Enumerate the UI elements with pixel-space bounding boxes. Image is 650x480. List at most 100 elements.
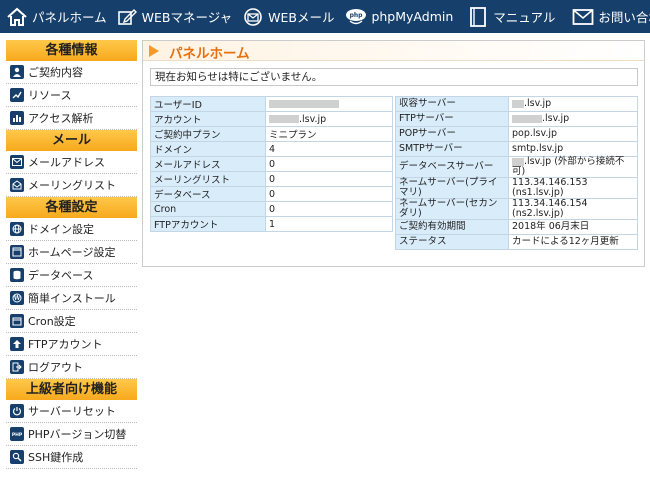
row-value: カードによる12ヶ月更新: [508, 234, 638, 250]
row-key: データベースサーバー: [395, 156, 509, 178]
row-value: 0: [265, 186, 393, 202]
row-key: アカウント: [150, 111, 266, 127]
section-heading-settings: 各種設定: [6, 197, 137, 218]
row-value-text: .lsv.jp: [299, 113, 327, 125]
sidebar-item-mailing-list[interactable]: メーリングリスト: [6, 174, 137, 197]
server-info-table: 収容サーバー .lsv.jp FTPサーバー .lsv.jp POPサーバー p…: [395, 96, 638, 250]
globe-icon: [10, 222, 24, 236]
section-heading-info: 各種情報: [6, 40, 137, 61]
row-key: メールアドレス: [150, 156, 266, 172]
main-panel: パネルホーム 現在お知らせは特にございません。 ユーザーID アカウント .ls…: [142, 40, 645, 267]
php-icon: php: [345, 6, 367, 28]
sidebar-item-ssh-key[interactable]: SSH鍵作成: [6, 446, 137, 469]
sidebar-item-server-reset[interactable]: サーバーリセット: [6, 400, 137, 423]
row-value: smtp.lsv.jp: [508, 141, 638, 157]
row-value: 4: [265, 141, 393, 157]
table-row: Cron 0: [150, 201, 393, 217]
nav-phpmyadmin[interactable]: php phpMyAdmin: [345, 0, 453, 33]
table-row: データベースサーバー .lsv.jp (外部から接続不可): [395, 156, 638, 178]
section-heading-mail: メール: [6, 130, 137, 151]
redacted-value: [512, 114, 542, 123]
nav-label: パネルホーム: [32, 10, 107, 25]
table-row: 収容サーバー .lsv.jp: [395, 96, 638, 112]
row-value: .lsv.jp (外部から接続不可): [508, 156, 638, 178]
row-key: データベース: [150, 186, 266, 202]
logout-icon: [10, 360, 24, 374]
row-key: FTPアカウント: [150, 216, 266, 232]
sidebar-item-label: 簡単インストール: [28, 292, 116, 305]
php-badge-icon: PHP: [10, 427, 24, 441]
row-value: pop.lsv.jp: [508, 126, 638, 142]
row-key: FTPサーバー: [395, 111, 509, 127]
table-row: ご契約有効期間 2018年 06月末日: [395, 219, 638, 235]
table-row: POPサーバー pop.lsv.jp: [395, 126, 638, 142]
sidebar-item-label: SSH鍵作成: [28, 451, 84, 464]
mail-icon: [572, 6, 594, 28]
sidebar-item-cron[interactable]: Cron設定: [6, 310, 137, 333]
sidebar-item-contract[interactable]: ご契約内容: [6, 61, 137, 84]
row-value: 113.34.146.153 (ns1.lsv.jp): [508, 177, 638, 199]
sidebar-item-easy-install[interactable]: W 簡単インストール: [6, 287, 137, 310]
sidebar-item-php-version[interactable]: PHP PHPバージョン切替: [6, 423, 137, 446]
database-icon: [10, 268, 24, 282]
row-value: .lsv.jp: [508, 96, 638, 112]
nav-web-manager[interactable]: WEBマネージャ: [116, 0, 232, 33]
nav-manual[interactable]: マニュアル: [467, 0, 555, 33]
sidebar-item-ftp-account[interactable]: FTPアカウント: [6, 333, 137, 356]
sidebar-item-label: ホームページ設定: [28, 246, 116, 259]
redacted-value: [512, 157, 524, 166]
row-value: 1: [265, 216, 393, 232]
row-key: ご契約中プラン: [150, 126, 266, 142]
nav-panel-home[interactable]: パネルホーム: [6, 0, 107, 33]
sidebar-item-label: データベース: [28, 269, 94, 282]
table-row: ステータス カードによる12ヶ月更新: [395, 234, 638, 250]
sidebar-item-database[interactable]: データベース: [6, 264, 137, 287]
sidebar-item-label: Cron設定: [28, 315, 76, 328]
table-row: アカウント .lsv.jp: [150, 111, 393, 127]
nav-contact[interactable]: お問い合わせ: [572, 0, 650, 33]
nav-web-mail[interactable]: WEBメール: [242, 0, 334, 33]
row-value: .lsv.jp: [265, 111, 393, 127]
row-key: ご契約有効期間: [395, 219, 509, 235]
sidebar-item-label: FTPアカウント: [28, 338, 103, 351]
sidebar-item-domain[interactable]: ドメイン設定: [6, 218, 137, 241]
row-key: ネームサーバー(セカンダリ): [395, 198, 509, 220]
nav-label: phpMyAdmin: [371, 9, 454, 24]
row-value-text: .lsv.jp (外部から接続不可): [512, 156, 625, 177]
section-heading-advanced: 上級者向け機能: [6, 379, 137, 400]
sidebar-item-label: ご契約内容: [28, 66, 83, 79]
nav-label: マニュアル: [493, 10, 556, 25]
mailing-list-icon: [10, 178, 24, 192]
nav-label: お問い合わせ: [598, 10, 650, 25]
webpage-icon: [10, 245, 24, 259]
table-row: ネームサーバー(セカンダリ) 113.34.146.154 (ns2.lsv.j…: [395, 198, 638, 220]
nav-label: WEBマネージャ: [141, 10, 233, 25]
sidebar-item-label: メーリングリスト: [28, 179, 116, 192]
table-row: FTPサーバー .lsv.jp: [395, 111, 638, 127]
sidebar-item-label: ログアウト: [28, 361, 83, 374]
sidebar-item-resource[interactable]: リソース: [6, 84, 137, 107]
user-icon: [10, 65, 24, 79]
sidebar-item-homepage[interactable]: ホームページ設定: [6, 241, 137, 264]
nav-label: WEBメール: [268, 10, 335, 25]
wordpress-icon: W: [10, 291, 24, 305]
top-navigation: パネルホーム WEBマネージャ WEBメール php phpMyAdmin マニ…: [0, 0, 650, 33]
table-row: FTPアカウント 1: [150, 216, 393, 232]
row-key: 収容サーバー: [395, 96, 509, 112]
row-value-text: .lsv.jp: [542, 113, 570, 124]
sidebar-item-access-analysis[interactable]: アクセス解析: [6, 107, 137, 130]
sidebar-item-mail-address[interactable]: メールアドレス: [6, 151, 137, 174]
row-key: ステータス: [395, 234, 509, 250]
svg-text:PHP: PHP: [12, 432, 23, 438]
web-mail-icon: [242, 6, 264, 28]
row-value: [265, 96, 393, 112]
sidebar-item-logout[interactable]: ログアウト: [6, 356, 137, 379]
account-info-table: ユーザーID アカウント .lsv.jp ご契約中プラン ミニプラン ドメイン …: [150, 96, 393, 232]
table-row: ユーザーID: [150, 96, 393, 112]
table-row: ドメイン 4: [150, 141, 393, 157]
row-value-text: .lsv.jp: [524, 98, 552, 109]
sidebar-item-label: サーバーリセット: [28, 405, 116, 418]
row-value: 0: [265, 201, 393, 217]
svg-text:php: php: [350, 12, 364, 19]
sidebar-item-label: アクセス解析: [28, 112, 94, 125]
